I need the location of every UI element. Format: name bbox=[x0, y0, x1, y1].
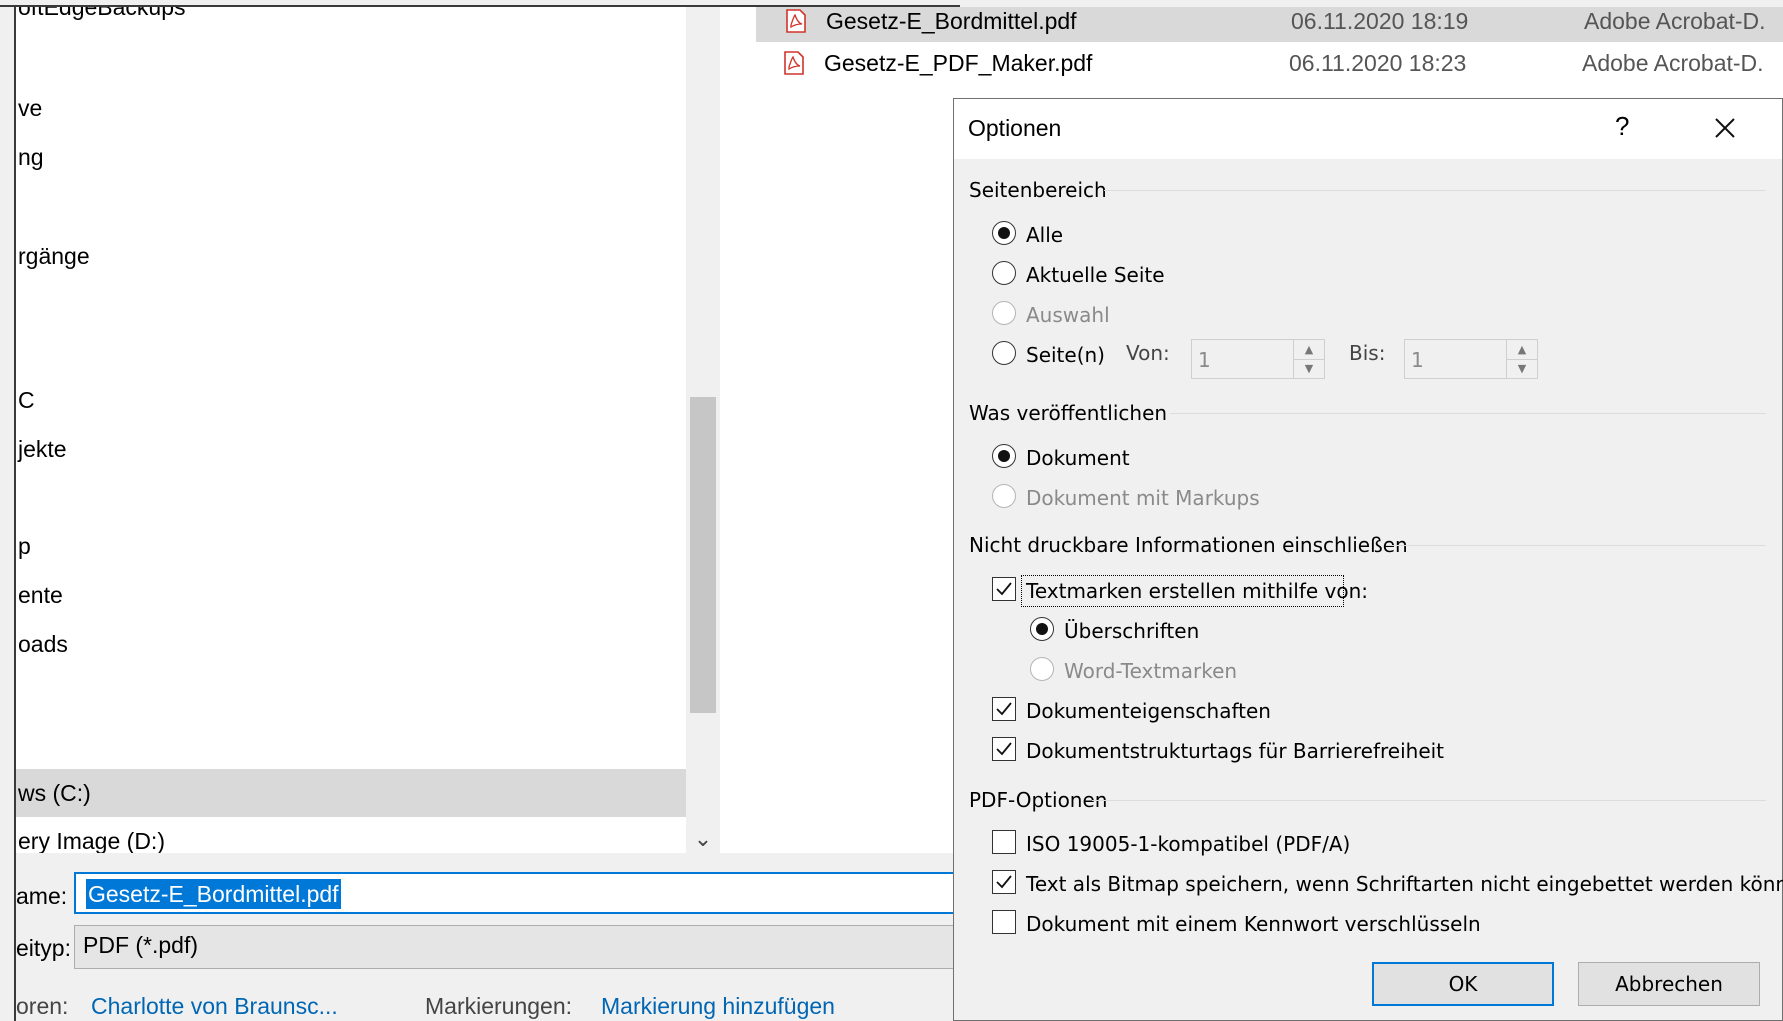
stepper-up-icon: ▲ bbox=[1294, 340, 1324, 360]
radio-document[interactable] bbox=[992, 444, 1016, 468]
checkmark-icon bbox=[996, 702, 1012, 716]
checkbox-iso-pdfa[interactable] bbox=[992, 830, 1016, 854]
options-dialog: Optionen ? Seitenbereich Alle Aktuelle S… bbox=[953, 98, 1783, 1021]
radio-selection bbox=[992, 301, 1016, 325]
checkmark-icon bbox=[996, 875, 1012, 889]
filename-value: Gesetz-E_Bordmittel.pdf bbox=[86, 879, 341, 909]
checkbox-document-properties[interactable] bbox=[992, 697, 1016, 721]
file-row[interactable]: Gesetz-E_PDF_Maker.pdf 06.11.2020 18:23 … bbox=[754, 42, 1783, 84]
to-label: Bis: bbox=[1349, 341, 1386, 365]
options-titlebar: Optionen ? bbox=[954, 99, 1782, 159]
from-page-value: 1 bbox=[1198, 348, 1211, 372]
stepper-down-icon: ▼ bbox=[1304, 362, 1314, 375]
radio-headings-label: Überschriften bbox=[1064, 619, 1200, 643]
checkbox-structure-tags[interactable] bbox=[992, 737, 1016, 761]
from-label: Von: bbox=[1126, 341, 1170, 365]
file-date: 06.11.2020 18:19 bbox=[1291, 8, 1469, 34]
ok-button[interactable]: OK bbox=[1372, 962, 1554, 1006]
file-type: Adobe Acrobat-D. bbox=[1584, 8, 1766, 34]
help-icon[interactable]: ? bbox=[1615, 111, 1629, 142]
file-row-selected[interactable]: Gesetz-E_Bordmittel.pdf 06.11.2020 18:19… bbox=[756, 7, 1783, 42]
radio-pages-label: Seite(n) bbox=[1026, 343, 1105, 367]
section-divider bbox=[1170, 413, 1766, 414]
filetype-label: eityp: bbox=[16, 935, 71, 961]
radio-word-bookmarks-label: Word-Textmarken bbox=[1064, 659, 1238, 683]
radio-document-markups bbox=[992, 484, 1016, 508]
section-page-range-label: Seitenbereich bbox=[969, 178, 1107, 202]
to-page-value: 1 bbox=[1411, 348, 1424, 372]
checkmark-icon bbox=[996, 582, 1012, 596]
stepper-up-icon: ▲ bbox=[1507, 340, 1537, 360]
radio-current-page[interactable] bbox=[992, 261, 1016, 285]
filename-label: ame: bbox=[16, 883, 68, 909]
nav-item[interactable]: ve bbox=[16, 88, 42, 128]
cancel-button[interactable]: Abbrechen bbox=[1578, 962, 1760, 1006]
file-name: Gesetz-E_PDF_Maker.pdf bbox=[824, 50, 1093, 76]
nav-scrollbar-thumb[interactable] bbox=[690, 397, 716, 713]
nav-item[interactable]: jekte bbox=[16, 429, 67, 469]
nav-item-drive-d[interactable]: ery Image (D:) bbox=[16, 821, 165, 853]
nav-item[interactable]: p bbox=[16, 526, 31, 566]
file-date: 06.11.2020 18:23 bbox=[1289, 50, 1467, 76]
radio-word-bookmarks bbox=[1030, 657, 1054, 681]
nav-item[interactable]: ng bbox=[16, 137, 44, 177]
authors-link[interactable]: Charlotte von Braunsc... bbox=[91, 993, 338, 1020]
nav-item[interactable]: rgänge bbox=[16, 236, 90, 276]
stepper-down-icon: ▼ bbox=[1517, 362, 1527, 375]
file-name: Gesetz-E_Bordmittel.pdf bbox=[826, 8, 1077, 34]
checkbox-bitmap-text-label: Text als Bitmap speichern, wenn Schrifta… bbox=[1026, 872, 1783, 896]
nav-item-drive-c[interactable]: ws (C:) bbox=[16, 769, 686, 817]
nav-item[interactable]: ente bbox=[16, 575, 63, 615]
section-divider bbox=[1092, 800, 1766, 801]
radio-current-page-label: Aktuelle Seite bbox=[1026, 263, 1165, 287]
options-title: Optionen bbox=[968, 115, 1062, 141]
radio-all[interactable] bbox=[992, 221, 1016, 245]
section-divider bbox=[1104, 190, 1766, 191]
nav-item[interactable]: oads bbox=[16, 624, 68, 664]
checkbox-structure-tags-label: Dokumentstrukturtags für Barrierefreihei… bbox=[1026, 739, 1445, 763]
nav-item[interactable]: oftEdgeBackups bbox=[16, 7, 186, 27]
close-icon[interactable] bbox=[1710, 113, 1740, 143]
checkmark-icon bbox=[996, 742, 1012, 756]
section-divider bbox=[1386, 545, 1766, 546]
radio-selection-label: Auswahl bbox=[1026, 303, 1110, 327]
checkbox-encrypt-label: Dokument mit einem Kennwort verschlüssel… bbox=[1026, 912, 1481, 936]
radio-headings[interactable] bbox=[1030, 617, 1054, 641]
nav-item[interactable]: C bbox=[16, 380, 35, 420]
file-type: Adobe Acrobat-D. bbox=[1582, 50, 1764, 76]
radio-document-markups-label: Dokument mit Markups bbox=[1026, 486, 1260, 510]
window-border-left bbox=[14, 5, 16, 1021]
authors-label: oren: bbox=[16, 993, 69, 1019]
checkbox-bookmarks-label: Textmarken erstellen mithilfe von: bbox=[1026, 579, 1369, 603]
filetype-value: PDF (*.pdf) bbox=[83, 932, 199, 958]
section-publish-label: Was veröffentlichen bbox=[969, 401, 1168, 425]
section-pdf-options-label: PDF-Optionen bbox=[969, 788, 1108, 812]
add-tag-link[interactable]: Markierung hinzufügen bbox=[601, 993, 835, 1020]
stepper-buttons: ▲ ▼ bbox=[1293, 340, 1324, 378]
from-page-stepper: 1 ▲ ▼ bbox=[1191, 339, 1325, 379]
tags-label: Markierungen: bbox=[425, 993, 573, 1019]
to-page-stepper: 1 ▲ ▼ bbox=[1404, 339, 1538, 379]
checkbox-bitmap-text[interactable] bbox=[992, 870, 1016, 894]
radio-all-label: Alle bbox=[1026, 223, 1064, 247]
radio-pages[interactable] bbox=[992, 341, 1016, 365]
radio-document-label: Dokument bbox=[1026, 446, 1130, 470]
pdf-file-icon bbox=[786, 9, 806, 33]
checkbox-bookmarks[interactable] bbox=[992, 577, 1016, 601]
pdf-file-icon bbox=[784, 51, 804, 75]
nav-scrollbar[interactable]: ⌄ bbox=[687, 7, 719, 853]
checkbox-document-properties-label: Dokumenteigenschaften bbox=[1026, 699, 1271, 723]
section-nonprint-label: Nicht druckbare Informationen einschließ… bbox=[969, 533, 1408, 557]
scroll-down-chevron-icon[interactable]: ⌄ bbox=[687, 822, 719, 856]
checkbox-encrypt[interactable] bbox=[992, 910, 1016, 934]
checkbox-iso-pdfa-label: ISO 19005-1-kompatibel (PDF/A) bbox=[1026, 832, 1351, 856]
navigation-pane[interactable]: oftEdgeBackups ve ng rgänge C jekte p en… bbox=[16, 7, 686, 853]
stepper-buttons: ▲ ▼ bbox=[1506, 340, 1537, 378]
